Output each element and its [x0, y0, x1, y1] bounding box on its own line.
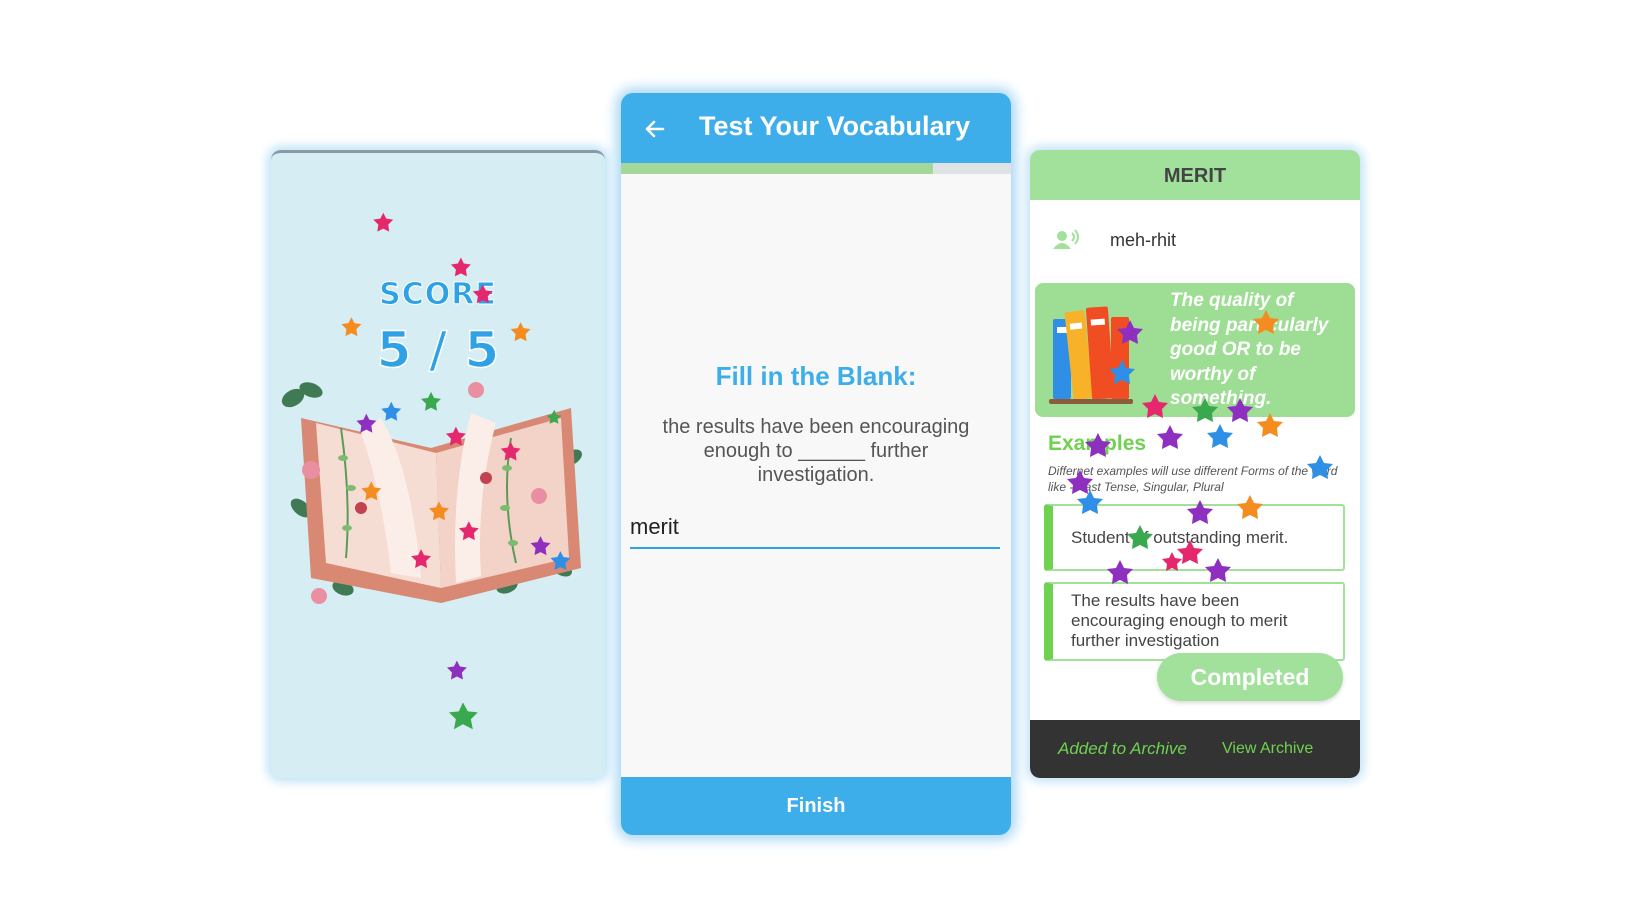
finish-button[interactable]: Finish: [621, 777, 1011, 835]
examples-subtitle: Differnet examples will use different Fo…: [1048, 464, 1338, 494]
example-card: Student of outstanding merit.: [1044, 504, 1345, 571]
view-archive-link[interactable]: View Archive: [1222, 740, 1313, 758]
back-arrow-icon[interactable]: [643, 117, 667, 141]
score-label: SCORE: [379, 277, 497, 313]
app-bar: Test Your Vocabulary: [621, 93, 1011, 163]
archive-message: Added to Archive: [1058, 739, 1187, 758]
word-title: MERIT: [1030, 150, 1360, 200]
score-value: 5 / 5: [376, 320, 500, 380]
pronunciation-text: meh-rhit: [1110, 230, 1177, 250]
app-bar-title: Test Your Vocabulary: [699, 111, 971, 141]
definition-text: The quality of being particularly good O…: [1170, 290, 1329, 409]
snackbar: Added to Archive View Archive: [1030, 720, 1360, 778]
score-screen: SCORE 5 / 5: [271, 150, 605, 778]
question-type-heading: Fill in the Blank:: [715, 361, 917, 391]
quiz-screen: Test Your Vocabulary Fill in the Blank: …: [621, 93, 1011, 835]
definition-card: The quality of being particularly good O…: [1035, 283, 1355, 417]
example-card: The results have been encouraging enough…: [1044, 582, 1345, 661]
word-detail-screen: MERIT meh-rhit The quality of being part…: [1030, 150, 1360, 778]
completed-badge[interactable]: Completed: [1157, 653, 1343, 701]
progress-fill: [621, 163, 933, 174]
question-text: the results have been encouraging enough…: [662, 416, 970, 486]
examples-heading: Examples: [1048, 432, 1147, 455]
progress-bar: [621, 163, 1011, 174]
books-icon: [1049, 306, 1133, 404]
open-book-illustration: [281, 382, 582, 604]
answer-input[interactable]: [630, 507, 1000, 549]
speaker-person-icon[interactable]: [1052, 229, 1080, 251]
